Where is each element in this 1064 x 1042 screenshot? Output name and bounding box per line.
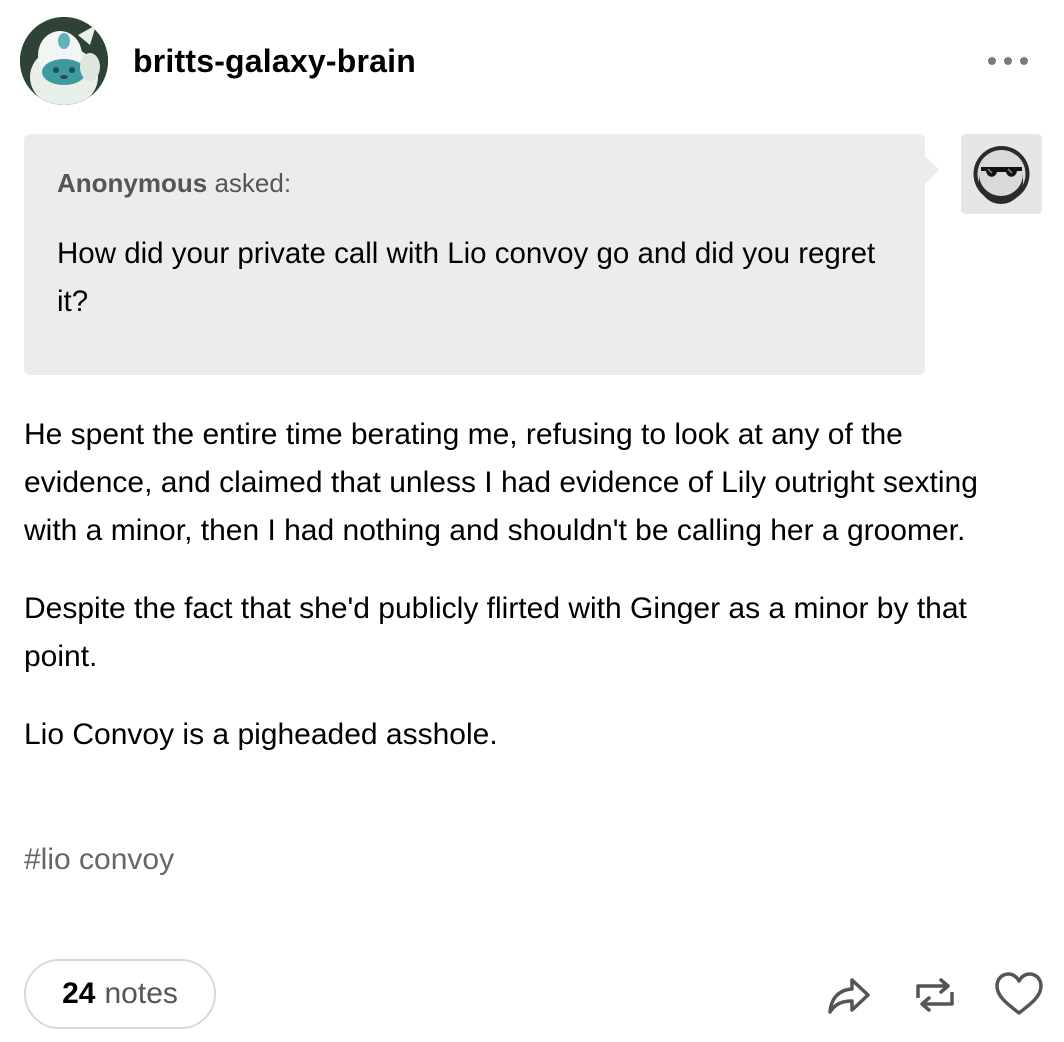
notes-button[interactable]: 24 notes (24, 959, 216, 1029)
ask-bubble: Anonymous asked: How did your private ca… (24, 134, 939, 375)
ask-question: How did your private call with Lio convo… (57, 237, 876, 318)
asker-name: Anonymous (57, 168, 208, 198)
asker-line: Anonymous asked: (57, 168, 291, 199)
more-horizontal-icon-dot (1004, 57, 1012, 65)
sunglasses-icon (973, 146, 1030, 204)
post-body: He spent the entire time berating me, re… (24, 411, 1034, 789)
body-paragraph: Despite the fact that she'd publicly fli… (24, 592, 967, 673)
share-button[interactable] (822, 968, 876, 1022)
post-header: britts-galaxy-brain (20, 17, 1044, 107)
blog-avatar-image (20, 17, 108, 105)
like-button[interactable] (992, 968, 1046, 1022)
heart-icon (995, 972, 1043, 1015)
blog-name[interactable]: britts-galaxy-brain (133, 43, 416, 80)
more-horizontal-icon (988, 57, 996, 65)
asked-label: asked: (214, 168, 292, 198)
ask-bubble-tail (925, 156, 939, 184)
share-icon (828, 978, 870, 1014)
notes-count: 24 (62, 977, 96, 1010)
body-paragraph: He spent the entire time berating me, re… (24, 418, 978, 547)
more-options-button[interactable] (986, 51, 1030, 71)
blog-avatar[interactable] (20, 17, 108, 105)
reblog-button[interactable] (908, 968, 962, 1022)
more-horizontal-icon-dot (1020, 57, 1028, 65)
notes-label: notes (104, 977, 178, 1010)
body-paragraph: Lio Convoy is a pigheaded asshole. (24, 718, 498, 751)
post-tag[interactable]: #lio convoy (24, 843, 174, 877)
asker-avatar (961, 134, 1042, 214)
post-card: britts-galaxy-brain Anonymous asked: How… (0, 0, 1064, 1042)
reblog-icon (916, 978, 954, 1012)
